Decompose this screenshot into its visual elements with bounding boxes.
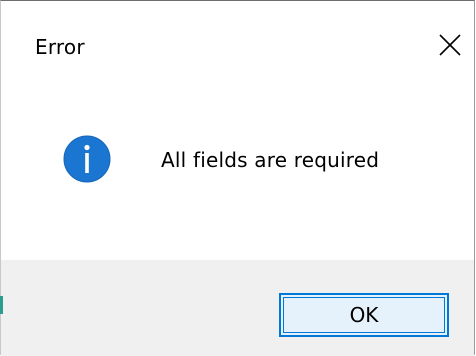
ok-button-label: OK [349,303,379,327]
dialog-footer: OK [1,260,474,356]
error-dialog: Error All fields are required OK [0,0,475,356]
dialog-message: All fields are required [161,148,380,172]
info-icon [63,135,111,183]
title-bar: Error [1,1,474,89]
window-edge-accent [0,296,3,314]
close-button[interactable] [430,25,470,65]
dialog-title: Error [35,35,85,59]
ok-button[interactable]: OK [279,293,449,337]
dialog-content: All fields are required [1,89,474,260]
close-icon [439,34,461,56]
